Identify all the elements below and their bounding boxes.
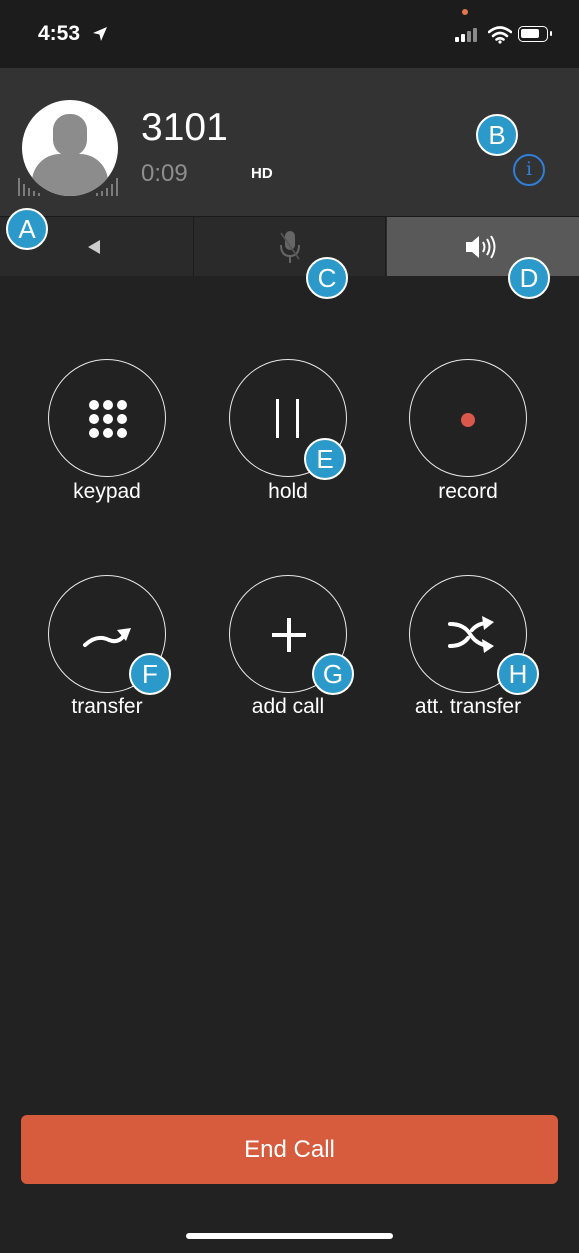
triangle-left-icon: [88, 240, 100, 254]
transfer-label: transfer: [71, 695, 143, 718]
audio-level-right-icon: [96, 176, 122, 196]
tab-mute[interactable]: [193, 217, 386, 276]
info-icon: i: [525, 158, 533, 180]
keypad-label: keypad: [73, 480, 141, 503]
camera-indicator-icon: [462, 9, 468, 15]
annotation-badge-g: G: [312, 653, 354, 695]
hd-badge: HD: [251, 165, 273, 182]
record-label: record: [438, 480, 498, 503]
att-transfer-label: att. transfer: [414, 695, 522, 718]
annotation-badge-a: A: [6, 208, 48, 250]
annotation-badge-d: D: [508, 257, 550, 299]
speaker-icon: [466, 235, 496, 259]
microphone-icon: [280, 231, 300, 263]
keypad-button[interactable]: [48, 359, 166, 477]
info-button[interactable]: i: [513, 154, 545, 186]
annotation-badge-h: H: [497, 653, 539, 695]
wifi-icon: [488, 26, 512, 44]
home-indicator[interactable]: [186, 1233, 393, 1239]
battery-icon: [518, 26, 552, 42]
record-button[interactable]: [409, 359, 527, 477]
status-bar: 4:53: [0, 0, 579, 68]
annotation-badge-e: E: [304, 438, 346, 480]
keypad-icon: [89, 400, 127, 438]
add-call-label: add call: [251, 695, 325, 718]
location-arrow-icon: [93, 27, 107, 41]
caller-number: 3101: [141, 106, 228, 149]
status-time: 4:53: [38, 22, 81, 45]
annotation-badge-f: F: [129, 653, 171, 695]
call-controls-tabs: [0, 216, 579, 276]
audio-level-left-icon: [18, 176, 44, 196]
end-call-button[interactable]: End Call: [21, 1115, 558, 1184]
cellular-signal-icon: [455, 28, 481, 42]
hold-label: hold: [268, 480, 308, 503]
tab-speaker[interactable]: [387, 217, 579, 276]
call-duration: 0:09: [141, 160, 188, 187]
annotation-badge-b: B: [476, 114, 518, 156]
annotation-badge-c: C: [306, 257, 348, 299]
record-icon: [461, 413, 475, 427]
